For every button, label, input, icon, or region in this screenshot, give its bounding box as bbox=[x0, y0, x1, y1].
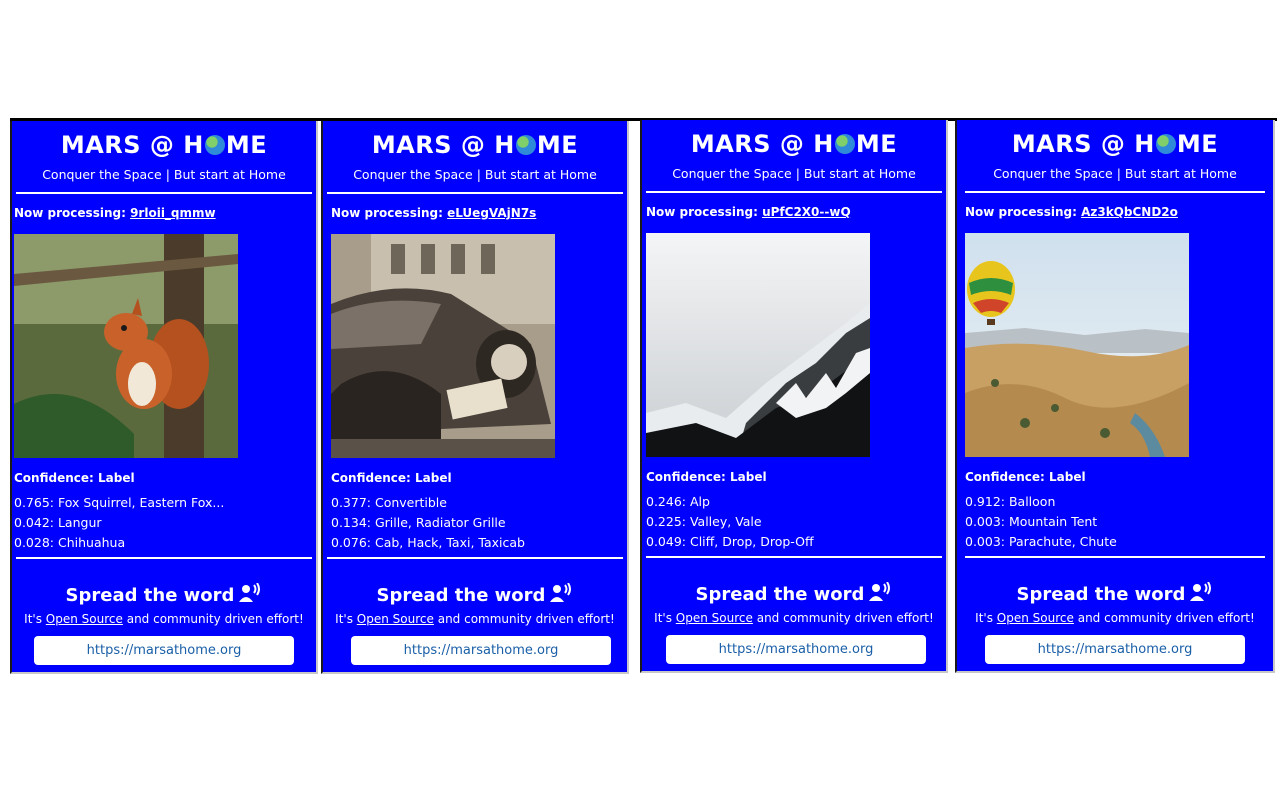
confidence-header: Confidence: Label bbox=[646, 470, 767, 484]
spread-heading: Spread the word bbox=[323, 582, 627, 606]
now-processing: Now processing: 9rloii_qmmw bbox=[14, 206, 216, 220]
open-source-link[interactable]: Open Source bbox=[46, 612, 123, 626]
spread-heading: Spread the word bbox=[957, 581, 1273, 605]
prediction-item: 0.003: Parachute, Chute bbox=[965, 534, 1117, 549]
prediction-item: 0.042: Langur bbox=[14, 515, 102, 530]
confidence-header: Confidence: Label bbox=[965, 470, 1086, 484]
app-title: MARS @ H ME bbox=[1011, 130, 1219, 158]
globe-icon bbox=[834, 134, 855, 154]
prediction-item: 0.765: Fox Squirrel, Eastern Fox... bbox=[14, 495, 225, 510]
confidence-header: Confidence: Label bbox=[331, 471, 452, 485]
spread-heading: Spread the word bbox=[642, 581, 946, 605]
image-id-link[interactable]: eLUegVAjN7s bbox=[447, 206, 536, 220]
prediction-item: 0.028: Chihuahua bbox=[14, 535, 126, 550]
now-processing: Now processing: eLUegVAjN7s bbox=[331, 206, 537, 220]
divider bbox=[16, 192, 312, 194]
snowy-mountain-photo bbox=[646, 233, 870, 457]
image-id-link[interactable]: Az3kQbCND2o bbox=[1081, 205, 1178, 219]
prediction-item: 0.377: Convertible bbox=[331, 495, 447, 510]
prediction-item: 0.225: Valley, Vale bbox=[646, 514, 762, 529]
confidence-header: Confidence: Label bbox=[14, 471, 135, 485]
app-subtitle: Conquer the Space | But start at Home bbox=[993, 166, 1237, 181]
website-link-button[interactable]: https://marsathome.org bbox=[985, 635, 1245, 664]
speaking-person-icon bbox=[239, 582, 261, 602]
now-processing: Now processing: uPfC2X0--wQ bbox=[646, 205, 851, 219]
divider bbox=[327, 557, 623, 559]
website-link-button[interactable]: https://marsathome.org bbox=[351, 636, 611, 665]
open-source-note: It's Open Source and community driven ef… bbox=[975, 611, 1255, 625]
website-link-button[interactable]: https://marsathome.org bbox=[666, 635, 926, 664]
prediction-item: 0.076: Cab, Hack, Taxi, Taxicab bbox=[331, 535, 525, 550]
app-subtitle: Conquer the Space | But start at Home bbox=[353, 167, 597, 182]
image-id-link[interactable]: uPfC2X0--wQ bbox=[762, 205, 851, 219]
globe-icon bbox=[204, 135, 225, 155]
app-title: MARS @ H ME bbox=[371, 131, 579, 159]
squirrel-photo bbox=[14, 234, 238, 458]
divider bbox=[646, 556, 942, 558]
hot-air-balloon-photo bbox=[965, 233, 1189, 457]
prediction-item: 0.912: Balloon bbox=[965, 494, 1056, 509]
classifier-panel: MARS @ H ME Conquer the Space | But start… bbox=[955, 120, 1275, 673]
divider bbox=[16, 557, 312, 559]
open-source-link[interactable]: Open Source bbox=[676, 611, 753, 625]
divider bbox=[965, 556, 1265, 558]
vintage-car-photo bbox=[331, 234, 555, 458]
prediction-item: 0.049: Cliff, Drop, Drop-Off bbox=[646, 534, 814, 549]
classifier-panel: MARS @ H ME Conquer the Space | But start… bbox=[640, 120, 948, 673]
prediction-item: 0.246: Alp bbox=[646, 494, 710, 509]
speaking-person-icon bbox=[550, 582, 572, 602]
open-source-note: It's Open Source and community driven ef… bbox=[654, 611, 934, 625]
app-subtitle: Conquer the Space | But start at Home bbox=[42, 167, 286, 182]
open-source-note: It's Open Source and community driven ef… bbox=[24, 612, 304, 626]
divider bbox=[327, 192, 623, 194]
app-subtitle: Conquer the Space | But start at Home bbox=[672, 166, 916, 181]
divider bbox=[646, 191, 942, 193]
globe-icon bbox=[1155, 134, 1176, 154]
open-source-link[interactable]: Open Source bbox=[997, 611, 1074, 625]
now-processing: Now processing: Az3kQbCND2o bbox=[965, 205, 1178, 219]
website-link-button[interactable]: https://marsathome.org bbox=[34, 636, 294, 665]
classifier-panel: MARS @ H ME Conquer the Space | But start… bbox=[10, 121, 318, 674]
classifier-panel: MARS @ H ME Conquer the Space | But start… bbox=[321, 121, 629, 674]
open-source-note: It's Open Source and community driven ef… bbox=[335, 612, 615, 626]
spread-heading: Spread the word bbox=[12, 582, 316, 606]
app-title: MARS @ H ME bbox=[60, 131, 268, 159]
open-source-link[interactable]: Open Source bbox=[357, 612, 434, 626]
divider bbox=[965, 191, 1265, 193]
prediction-item: 0.003: Mountain Tent bbox=[965, 514, 1098, 529]
image-id-link[interactable]: 9rloii_qmmw bbox=[130, 206, 216, 220]
speaking-person-icon bbox=[1190, 581, 1212, 601]
app-title: MARS @ H ME bbox=[690, 130, 898, 158]
globe-icon bbox=[515, 135, 536, 155]
speaking-person-icon bbox=[869, 581, 891, 601]
prediction-item: 0.134: Grille, Radiator Grille bbox=[331, 515, 506, 530]
